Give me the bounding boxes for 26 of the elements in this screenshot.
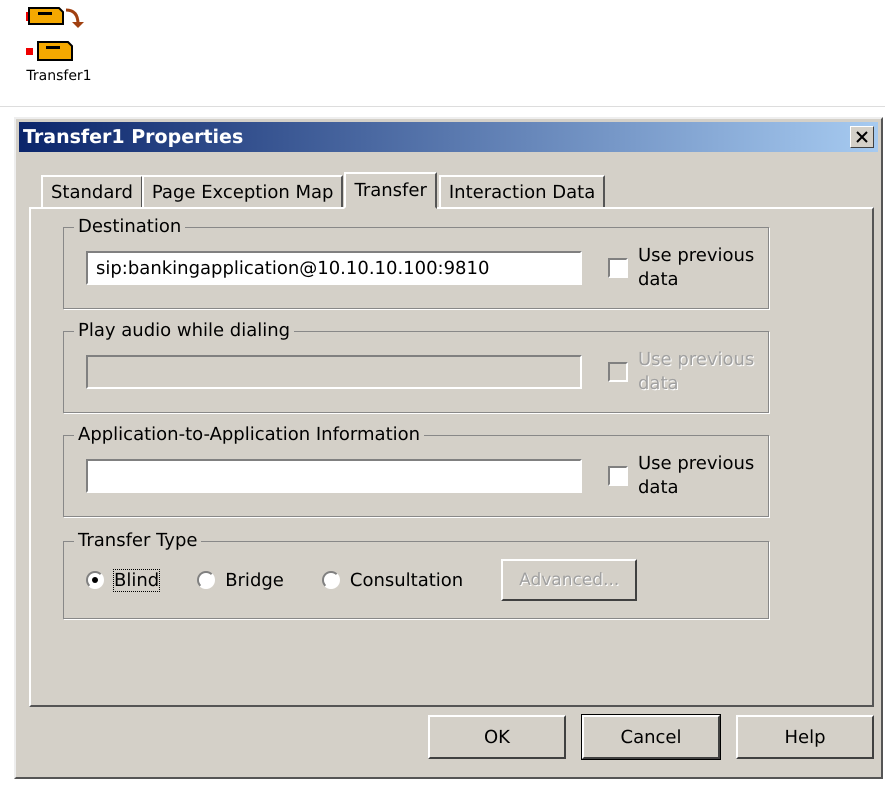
checkbox[interactable]: [608, 466, 628, 486]
group-title: Application-to-Application Information: [74, 424, 424, 446]
group-title: Transfer Type: [74, 530, 202, 552]
checkbox[interactable]: [608, 258, 628, 278]
tab[interactable]: Page Exception Map: [142, 175, 344, 207]
node-label: Transfer1: [26, 68, 92, 84]
checkbox-label: Use previous data: [638, 244, 756, 292]
radio-label: Blind: [114, 570, 160, 590]
close-icon: [856, 131, 868, 143]
dialog-button[interactable]: OK: [428, 715, 566, 759]
checkbox-label: Use previous data: [638, 452, 756, 500]
close-button[interactable]: [850, 126, 874, 148]
radio-label: Bridge: [225, 570, 284, 590]
dialog-button[interactable]: Help: [736, 715, 874, 759]
group-title: Play audio while dialing: [74, 320, 294, 342]
radio-label: Consultation: [350, 570, 464, 590]
tab[interactable]: Standard: [41, 175, 143, 207]
input-field[interactable]: sip:bankingapplication@10.10.10.100:9810: [86, 251, 582, 285]
radio-button[interactable]: [197, 571, 216, 589]
window-title: Transfer1 Properties: [23, 126, 244, 148]
tab[interactable]: Interaction Data: [438, 175, 606, 207]
input-field[interactable]: [86, 459, 582, 493]
tab[interactable]: Transfer: [344, 172, 437, 209]
radio-button[interactable]: [322, 571, 340, 589]
dialog-button[interactable]: Cancel: [582, 715, 720, 759]
radio-button[interactable]: [86, 571, 104, 589]
